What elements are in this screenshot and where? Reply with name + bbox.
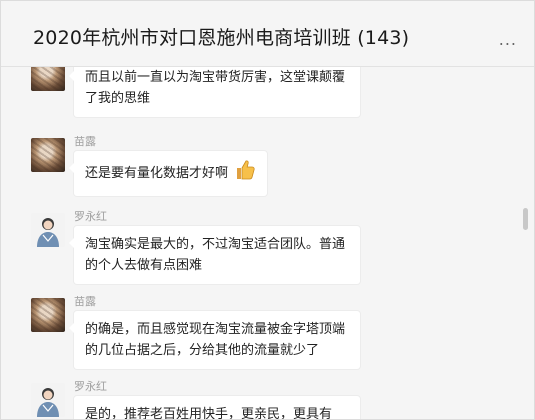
message-bubble[interactable]: 的确是，而且感觉现在淘宝流量被金字塔顶端的几位占据之后，分给其他的流量就少了 bbox=[69, 311, 360, 369]
chat-title: 2020年杭州市对口恩施州电商培训班 (143) bbox=[33, 27, 410, 49]
more-options-button[interactable]: ... bbox=[499, 32, 517, 48]
sender-name: 罗永红 bbox=[74, 210, 107, 223]
avatar[interactable] bbox=[31, 138, 65, 172]
message-text: 而且以前一直以为淘宝带货厉害，这堂课颠覆了我的思维 bbox=[85, 70, 346, 106]
message-text: 淘宝确实是最大的，不过淘宝适合团队。普通的个人去做有点困难 bbox=[85, 237, 346, 273]
message-list[interactable]: 而且以前一直以为淘宝带货厉害，这堂课颠覆了我的思维 苗露 还是要有量化数据才好啊… bbox=[1, 67, 521, 420]
avatar[interactable] bbox=[31, 383, 65, 417]
thumbs-up-icon bbox=[234, 159, 256, 188]
avatar[interactable] bbox=[31, 213, 65, 247]
avatar[interactable] bbox=[31, 67, 65, 91]
message-text: 的确是，而且感觉现在淘宝流量被金字塔顶端的几位占据之后，分给其他的流量就少了 bbox=[85, 322, 346, 358]
message-bubble[interactable]: 还是要有量化数据才好啊 bbox=[68, 151, 268, 196]
sender-name: 罗永红 bbox=[74, 380, 107, 393]
message-bubble[interactable]: 淘宝确实是最大的，不过淘宝适合团队。普通的个人去做有点困难 bbox=[69, 226, 360, 284]
message-text: 是的，推荐老百姓用快手，更亲民，更具有 bbox=[85, 407, 333, 420]
chat-header: 2020年杭州市对口恩施州电商培训班 (143) ... bbox=[1, 1, 534, 67]
message-text: 还是要有量化数据才好啊 bbox=[85, 166, 229, 181]
chat-window: ☶ — □ ✕ 2020年杭州市对口恩施州电商培训班 (143) ... 而且以… bbox=[0, 0, 535, 420]
message-bubble[interactable]: 而且以前一直以为淘宝带货厉害，这堂课颠覆了我的思维 bbox=[69, 67, 360, 117]
message-bubble[interactable]: 是的，推荐老百姓用快手，更亲民，更具有 bbox=[74, 396, 360, 420]
sender-name: 苗露 bbox=[74, 295, 96, 308]
scrollbar-thumb[interactable] bbox=[523, 208, 528, 230]
sender-name: 苗露 bbox=[74, 135, 96, 148]
avatar[interactable] bbox=[31, 298, 65, 332]
